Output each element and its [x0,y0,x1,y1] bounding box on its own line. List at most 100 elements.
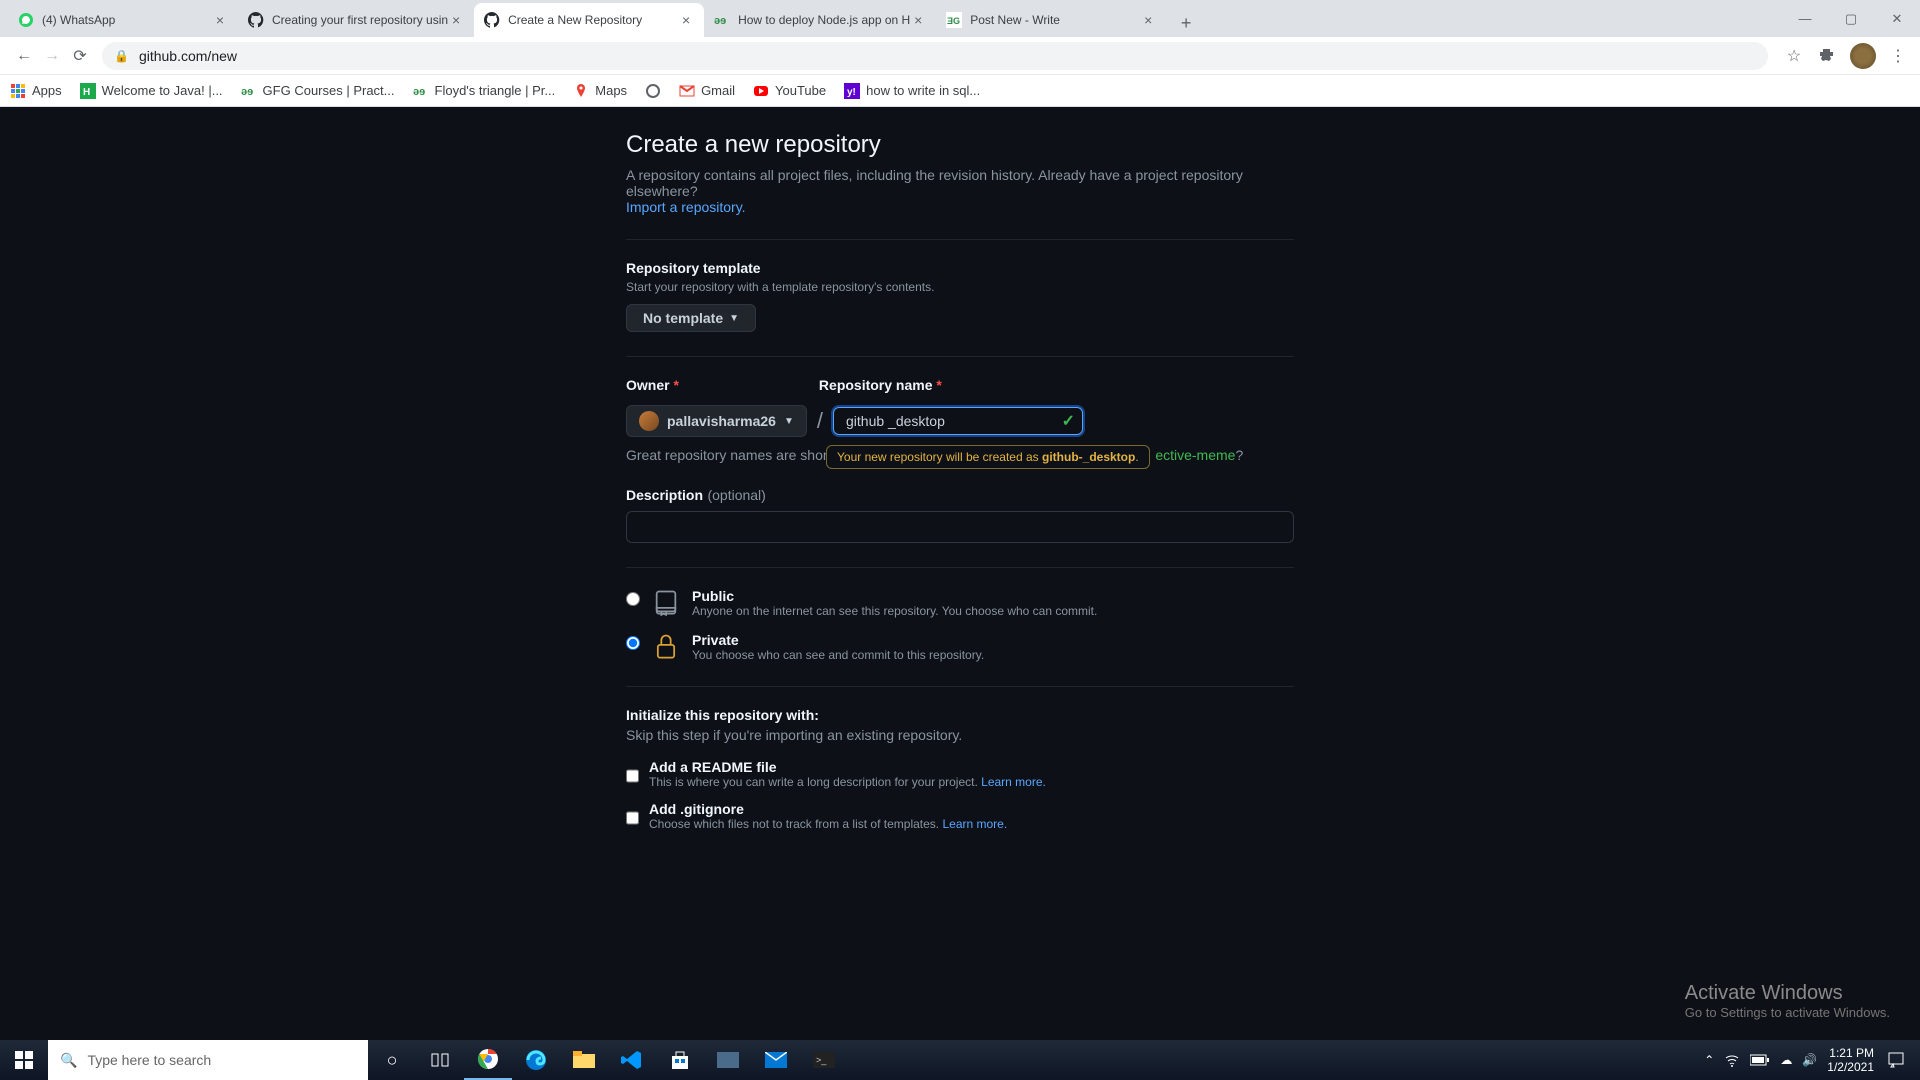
bookmark-label: Welcome to Java! |... [102,83,223,98]
public-label: Public [692,588,1097,604]
learn-more-link[interactable]: Learn more. [942,817,1007,831]
close-icon[interactable]: × [212,12,228,28]
tab-title: How to deploy Node.js app on H [738,13,910,27]
bookmark-floyd[interactable]: ǝɘFloyd's triangle | Pr... [413,83,556,99]
close-icon[interactable]: × [910,12,926,28]
close-window-button[interactable]: ✕ [1874,0,1920,37]
cortana-button[interactable]: ○ [368,1040,416,1080]
tab-post-new[interactable]: ƎG Post New - Write × [936,3,1166,37]
new-tab-button[interactable]: + [1172,9,1200,37]
profile-avatar[interactable] [1850,43,1876,69]
close-icon[interactable]: × [1140,12,1156,28]
tab-create-repo[interactable]: Create a New Repository × [474,3,704,37]
maximize-button[interactable]: ▢ [1828,0,1874,37]
search-input[interactable]: 🔍 Type here to search [48,1040,368,1080]
mail-taskbar-icon[interactable] [752,1040,800,1080]
notification-icon[interactable] [1884,1048,1908,1072]
import-link[interactable]: Import a repository. [626,199,746,215]
tab-title: Creating your first repository usin [272,13,448,27]
battery-icon[interactable] [1750,1054,1770,1066]
chevron-down-icon: ▼ [784,416,794,427]
owner-dropdown[interactable]: pallavisharma26 ▼ [626,405,807,437]
store-taskbar-icon[interactable] [656,1040,704,1080]
page-subtitle: A repository contains all project files,… [626,167,1294,215]
task-view-button[interactable] [416,1040,464,1080]
explorer-taskbar-icon[interactable] [560,1040,608,1080]
bookmark-java[interactable]: H Welcome to Java! |... [80,83,223,99]
tab-deploy-node[interactable]: ǝɘ How to deploy Node.js app on H × [704,3,936,37]
public-radio[interactable] [626,592,640,606]
chrome-taskbar-icon[interactable] [464,1040,512,1080]
back-button[interactable]: ← [10,42,38,70]
windows-watermark: Activate Windows Go to Settings to activ… [1685,982,1890,1020]
tab-creating-repo[interactable]: Creating your first repository usin × [238,3,474,37]
whatsapp-icon [18,12,34,28]
template-hint: Start your repository with a template re… [626,280,1294,294]
edge-taskbar-icon[interactable] [512,1040,560,1080]
svg-text:ƎG: ƎG [947,16,960,26]
bookmark-maps[interactable]: Maps [573,83,627,99]
divider [626,239,1294,240]
readme-checkbox[interactable] [626,763,639,789]
slash-separator: / [817,408,823,434]
volume-icon[interactable]: 🔊 [1802,1053,1817,1067]
tab-title: Create a New Repository [508,13,678,27]
template-dropdown[interactable]: No template ▼ [626,304,756,332]
gmail-icon [679,83,695,99]
repo-name-tooltip: Your new repository will be created as g… [826,445,1150,469]
page-title: Create a new repository [626,131,1294,159]
optional-label: (optional) [707,487,765,503]
divider [626,356,1294,357]
learn-more-link[interactable]: Learn more. [981,775,1046,789]
private-radio[interactable] [626,636,640,650]
extensions-icon[interactable] [1816,44,1840,68]
menu-icon[interactable]: ⋮ [1886,44,1910,68]
cloud-icon[interactable]: ☁ [1780,1053,1792,1067]
bookmark-label: Floyd's triangle | Pr... [435,83,556,98]
minimize-button[interactable]: — [1782,0,1828,37]
bookmark-youtube[interactable]: YouTube [753,83,826,99]
readme-hint: This is where you can write a long descr… [649,775,1046,789]
check-icon: ✓ [1062,411,1075,431]
clock[interactable]: 1:21 PM 1/2/2021 [1827,1046,1874,1075]
description-label: Description [626,487,703,503]
tab-whatsapp[interactable]: (4) WhatsApp × [8,3,238,37]
bookmark-sql[interactable]: y! how to write in sql... [844,83,980,99]
close-icon[interactable]: × [448,12,464,28]
bookmark-gfg-courses[interactable]: ǝɘGFG Courses | Pract... [241,83,395,99]
tray-chevron-icon[interactable]: ⌃ [1704,1053,1714,1067]
start-button[interactable] [0,1040,48,1080]
bookmark-gmail[interactable]: Gmail [679,83,735,99]
url-field[interactable]: 🔒 github.com/new [102,42,1768,70]
reload-button[interactable]: ⟳ [66,42,94,70]
gitignore-checkbox[interactable] [626,805,639,831]
gfg-icon: ƎG [946,12,962,28]
terminal-taskbar-icon[interactable]: >_ [800,1040,848,1080]
app-taskbar-icon[interactable] [704,1040,752,1080]
forward-button[interactable]: → [38,42,66,70]
private-hint: You choose who can see and commit to thi… [692,648,984,662]
star-icon[interactable]: ☆ [1782,44,1806,68]
close-icon[interactable]: × [678,12,694,28]
apps-bookmark[interactable]: Apps [10,83,62,99]
vscode-taskbar-icon[interactable] [608,1040,656,1080]
bookmark-label: GFG Courses | Pract... [263,83,395,98]
github-icon [484,12,500,28]
svg-text:y!: y! [847,87,856,98]
bookmark-ring[interactable] [645,83,661,99]
svg-text:H: H [83,87,90,98]
browser-tab-strip: (4) WhatsApp × Creating your first repos… [0,0,1920,37]
wifi-icon[interactable] [1724,1052,1740,1068]
url-text: github.com/new [139,48,237,64]
bookmark-label: how to write in sql... [866,83,980,98]
window-controls: — ▢ ✕ [1782,0,1920,37]
repo-name-hint: Great repository names are short Your ne… [626,447,1294,463]
tab-title: (4) WhatsApp [42,13,212,27]
gfg-icon: ǝɘ [714,12,730,28]
private-label: Private [692,632,984,648]
bookmark-label: Apps [32,83,62,98]
repo-name-input[interactable] [833,407,1083,435]
repo-name-label: Repository name * [819,377,942,393]
description-input[interactable] [626,511,1294,543]
lock-icon [652,632,680,660]
